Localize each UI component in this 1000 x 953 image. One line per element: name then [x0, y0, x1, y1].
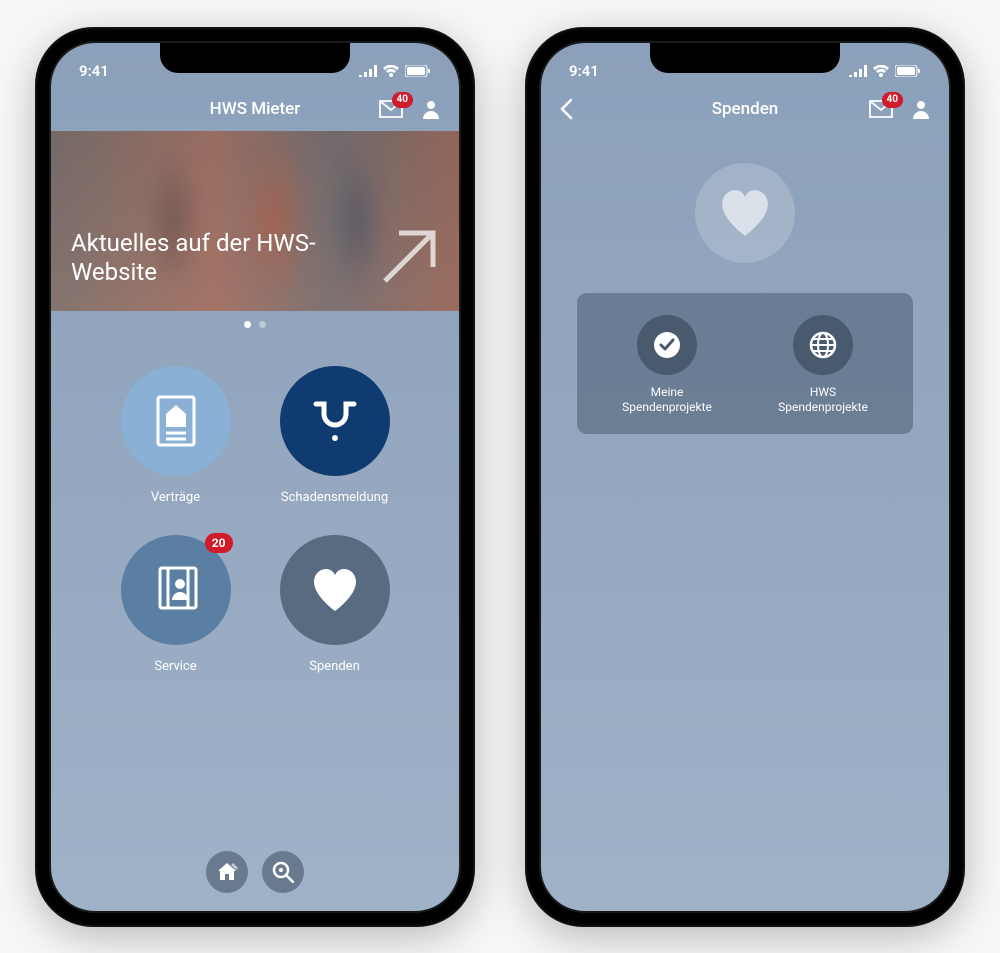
profile-button[interactable] — [421, 99, 441, 119]
item-label: HWS Spendenprojekte — [778, 385, 868, 416]
inbox-button[interactable]: 40 — [379, 100, 403, 118]
tile-schaden[interactable]: Schadensmeldung — [260, 366, 409, 505]
app-header: Spenden 40 — [541, 87, 949, 131]
signal-icon — [359, 65, 377, 77]
inbox-button[interactable]: 40 — [869, 100, 893, 118]
document-house-icon — [154, 395, 198, 447]
battery-icon — [405, 65, 431, 77]
document-person-icon — [154, 564, 198, 616]
page-title: HWS Mieter — [210, 99, 301, 119]
tile-service[interactable]: 20 Service — [101, 535, 250, 674]
search-button[interactable] — [262, 851, 304, 893]
tile-spenden[interactable]: Spenden — [260, 535, 409, 674]
magnifier-icon — [272, 861, 294, 883]
tile-badge: 20 — [205, 533, 233, 553]
phone-mockup-right: 9:41 — [525, 27, 965, 927]
carousel-dot[interactable] — [244, 321, 251, 328]
globe-icon — [808, 330, 838, 360]
home-button[interactable] — [206, 851, 248, 893]
hero-text: Aktuelles auf der HWS-Website — [71, 229, 329, 287]
carousel-dot[interactable] — [259, 321, 266, 328]
pipe-leak-icon — [310, 396, 360, 446]
app-header: HWS Mieter 40 — [51, 87, 459, 131]
bottom-toolbar — [51, 851, 459, 893]
signal-icon — [849, 65, 867, 77]
tile-label: Spenden — [309, 659, 360, 674]
item-label: Meine Spendenprojekte — [622, 385, 712, 416]
battery-icon — [895, 65, 921, 77]
home-icon — [216, 861, 238, 883]
heart-icon — [720, 190, 770, 236]
spenden-card: Meine Spendenprojekte HWS Spendenprojekt… — [577, 293, 913, 434]
phone-mockup-left: 9:41 HWS Mieter — [35, 27, 475, 927]
tile-label: Service — [154, 659, 196, 674]
tile-label: Verträge — [151, 490, 200, 505]
device-notch — [650, 43, 840, 73]
status-time: 9:41 — [79, 62, 109, 80]
wifi-icon — [383, 65, 399, 77]
status-time: 9:41 — [569, 62, 599, 80]
back-button[interactable] — [559, 98, 573, 120]
mail-badge: 40 — [392, 92, 413, 108]
section-hero-icon — [695, 163, 795, 263]
main-grid: Verträge Schadensmeldung 20 — [51, 328, 459, 694]
profile-button[interactable] — [911, 99, 931, 119]
device-notch — [160, 43, 350, 73]
page-title: Spenden — [712, 99, 779, 119]
external-arrow-icon — [379, 227, 439, 287]
hero-banner[interactable]: Aktuelles auf der HWS-Website — [51, 131, 459, 311]
wifi-icon — [873, 65, 889, 77]
tile-label: Schadensmeldung — [281, 490, 388, 505]
check-icon — [652, 330, 682, 360]
hws-spendenprojekte[interactable]: HWS Spendenprojekte — [753, 315, 893, 416]
heart-icon — [312, 569, 358, 611]
meine-spendenprojekte[interactable]: Meine Spendenprojekte — [597, 315, 737, 416]
carousel-dots[interactable] — [51, 321, 459, 328]
mail-badge: 40 — [882, 92, 903, 108]
chevron-left-icon — [559, 98, 573, 120]
tile-vertraege[interactable]: Verträge — [101, 366, 250, 505]
